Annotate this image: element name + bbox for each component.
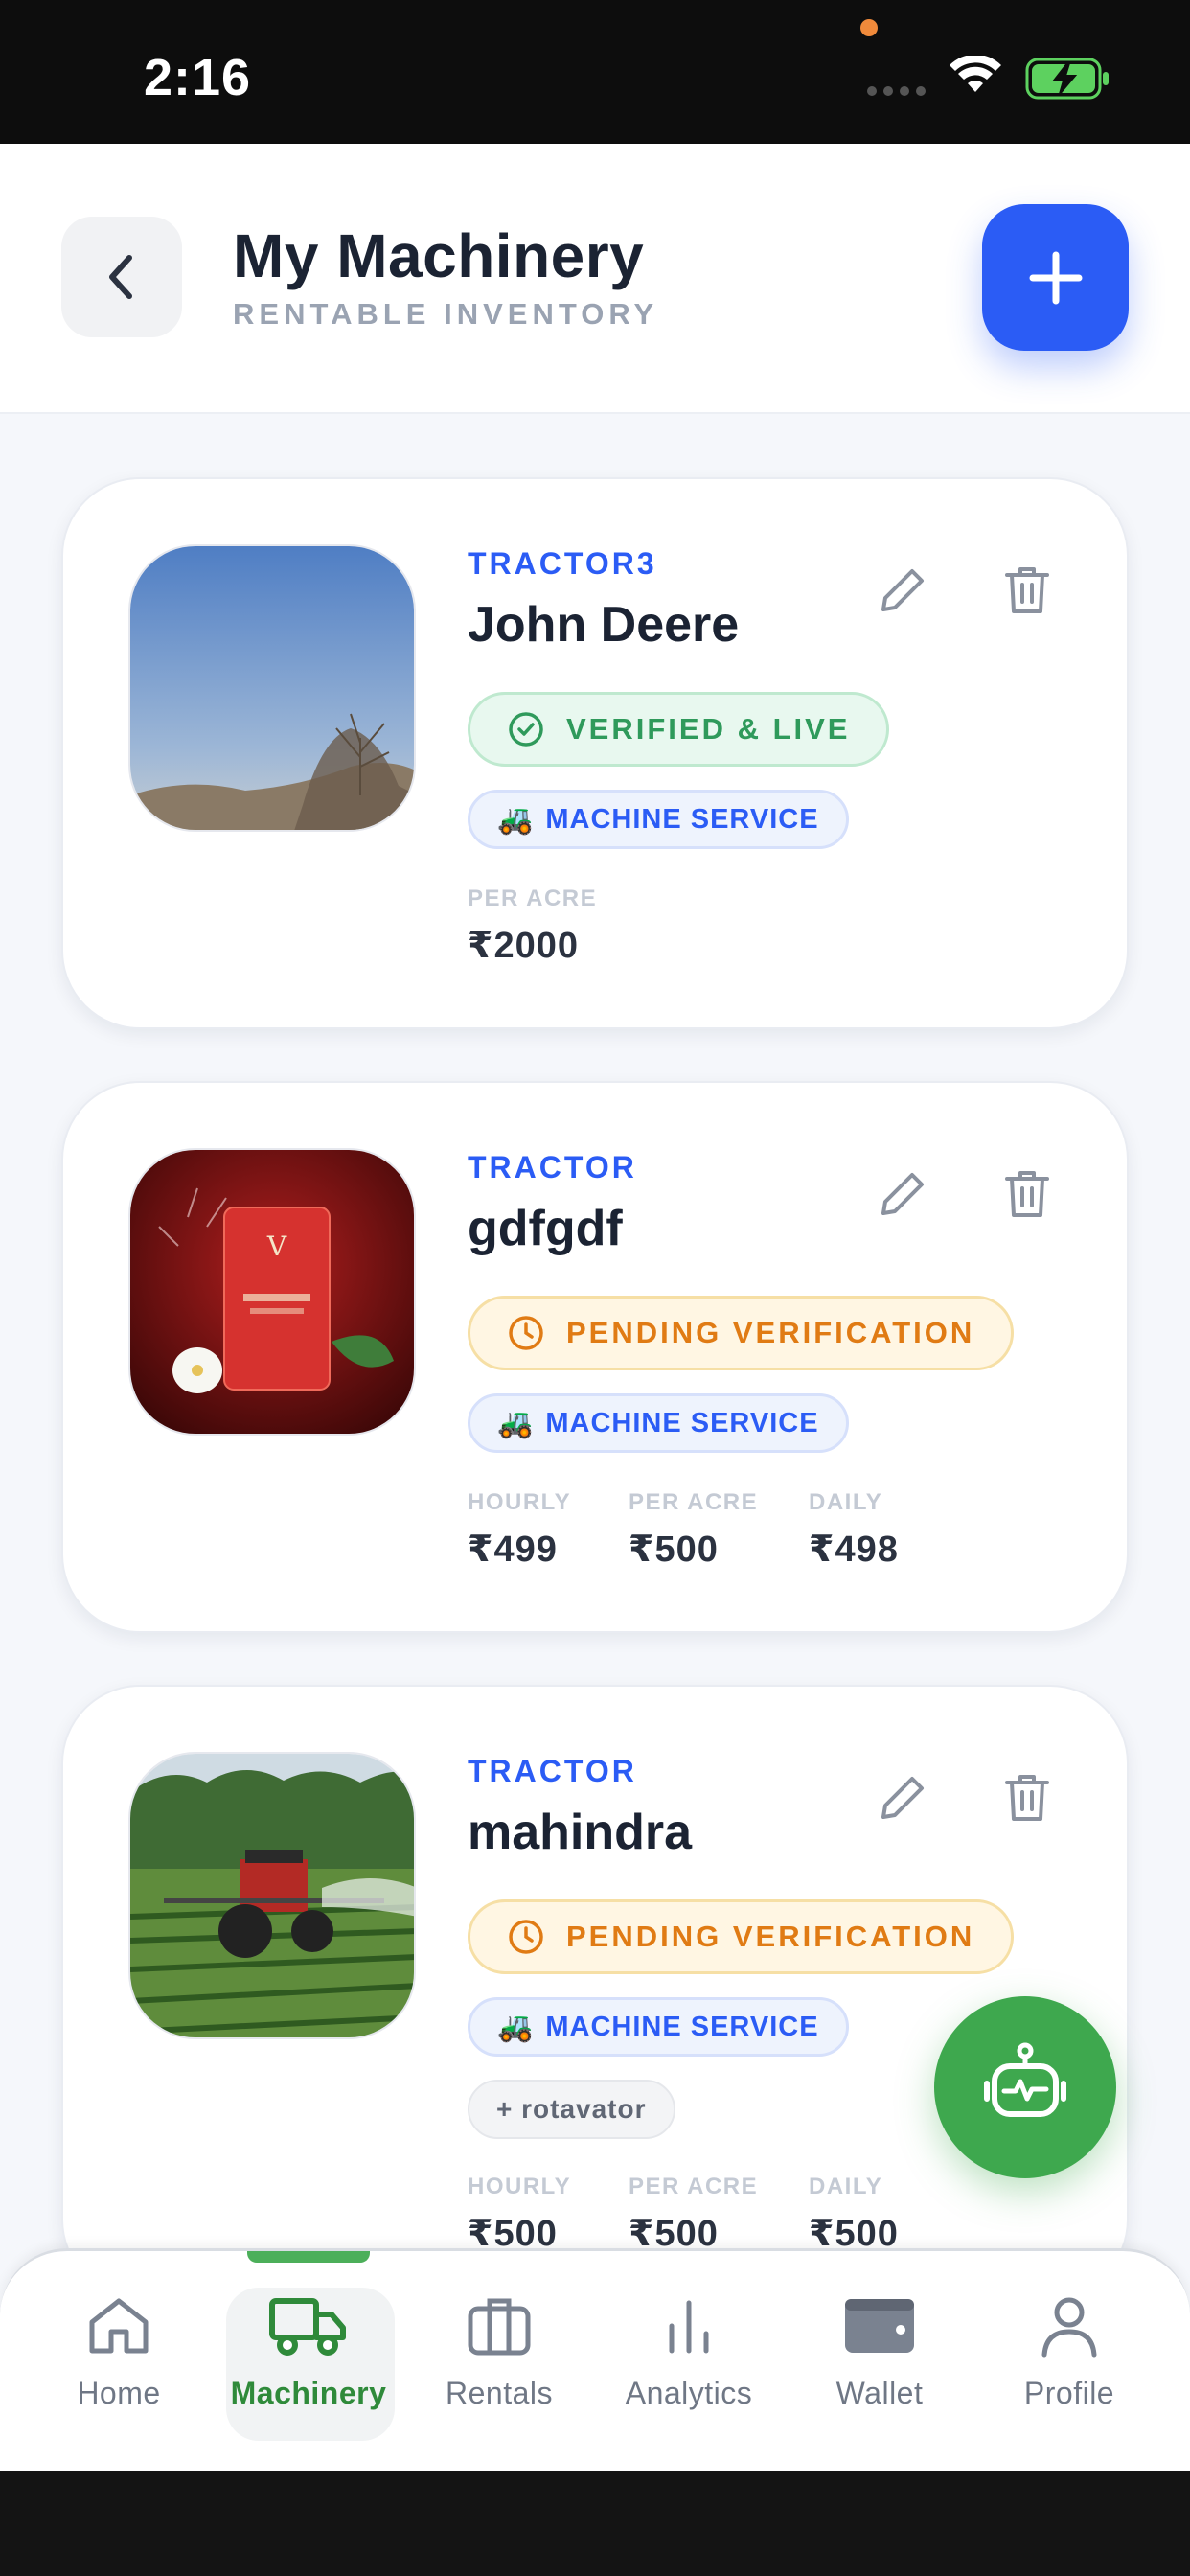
- price-value: ₹499: [468, 1530, 558, 1570]
- nav-item-profile[interactable]: Profile: [983, 2291, 1156, 2411]
- nav-label: Machinery: [230, 2376, 387, 2410]
- machine-name: mahindra: [468, 1805, 693, 1860]
- machine-photo: [128, 544, 416, 832]
- price-block-hourly: HOURLY ₹500: [468, 2174, 571, 2255]
- price-label: PER ACRE: [468, 886, 598, 911]
- nav-item-wallet[interactable]: Wallet: [793, 2291, 966, 2411]
- status-badge: PENDING VERIFICATION: [468, 1296, 1015, 1370]
- home-icon: [89, 2298, 149, 2354]
- battery-charging-icon: [1025, 58, 1109, 100]
- delete-button[interactable]: [989, 1156, 1065, 1232]
- status-badge-label: VERIFIED & LIVE: [566, 712, 851, 746]
- price-label: PER ACRE: [629, 2174, 759, 2199]
- wifi-icon: [950, 56, 1001, 92]
- plus-icon: [1029, 251, 1082, 304]
- service-tag-label: MACHINE SERVICE: [545, 1407, 819, 1438]
- bar-chart-icon: [669, 2300, 709, 2354]
- price-label: HOURLY: [468, 1489, 572, 1515]
- price-block-hourly: HOURLY ₹499: [468, 1489, 571, 1571]
- attachment-tag: + rotavator: [468, 2080, 675, 2139]
- machine-category: TRACTOR3: [468, 546, 657, 581]
- status-bar: 2:16: [0, 0, 1190, 144]
- page-title: My Machinery: [233, 221, 645, 290]
- cellular-signal-icon: [867, 86, 926, 96]
- page-subtitle: RENTABLE INVENTORY: [233, 297, 659, 331]
- status-badge-label: PENDING VERIFICATION: [566, 1920, 975, 1953]
- pencil-icon: [881, 1777, 924, 1819]
- edit-button[interactable]: [864, 1156, 941, 1232]
- price-block-per-acre: PER ACRE ₹500: [629, 2174, 758, 2255]
- back-button[interactable]: [61, 217, 182, 337]
- nav-item-home[interactable]: Home: [33, 2291, 205, 2411]
- clock-icon: [509, 1316, 543, 1350]
- machine-photo: V: [128, 1148, 416, 1436]
- nav-label: Wallet: [835, 2376, 924, 2410]
- privacy-indicator-dot: [860, 19, 878, 36]
- nav-item-analytics[interactable]: Analytics: [603, 2291, 775, 2411]
- service-tag: 🚜 MACHINE SERVICE: [468, 1997, 849, 2057]
- pencil-icon: [881, 1173, 924, 1215]
- add-machine-button[interactable]: [982, 204, 1129, 351]
- status-badge-label: PENDING VERIFICATION: [566, 1316, 975, 1349]
- edit-button[interactable]: [864, 1760, 941, 1836]
- price-value: ₹500: [629, 1530, 719, 1570]
- price-block-per-acre: PER ACRE ₹500: [629, 1489, 758, 1571]
- service-tag-label: MACHINE SERVICE: [545, 803, 819, 835]
- price-label: HOURLY: [468, 2174, 572, 2199]
- status-time: 2:16: [144, 49, 252, 106]
- wallet-icon: [845, 2299, 914, 2353]
- price-block-daily: DAILY ₹500: [809, 2174, 899, 2255]
- nav-label: Profile: [1023, 2376, 1115, 2410]
- trash-icon: [1005, 1171, 1049, 1217]
- page-header: My Machinery RENTABLE INVENTORY: [0, 144, 1190, 414]
- machine-card[interactable]: V TRACTOR gdfgdf PENDING VERIFICATION 🚜 …: [61, 1081, 1129, 1633]
- status-badge: VERIFIED & LIVE: [468, 692, 890, 767]
- active-tab-indicator: [247, 2251, 370, 2263]
- service-tag-label: MACHINE SERVICE: [545, 2011, 819, 2042]
- status-badge: PENDING VERIFICATION: [468, 1899, 1015, 1974]
- clock-icon: [509, 1920, 543, 1954]
- price-label: PER ACRE: [629, 1489, 759, 1515]
- home-indicator-area: [0, 2471, 1190, 2576]
- truck-icon: [269, 2298, 346, 2356]
- chevron-left-icon: [109, 255, 132, 299]
- machine-category: TRACTOR: [468, 1150, 637, 1184]
- nav-label: Rentals: [446, 2376, 553, 2410]
- nav-item-rentals[interactable]: Rentals: [413, 2291, 585, 2411]
- price-block-daily: DAILY ₹498: [809, 1489, 899, 1571]
- delete-button[interactable]: [989, 1760, 1065, 1836]
- edit-button[interactable]: [864, 552, 941, 629]
- machine-name: gdfgdf: [468, 1201, 623, 1256]
- price-value: ₹498: [809, 1530, 899, 1570]
- delete-button[interactable]: [989, 552, 1065, 629]
- machine-card[interactable]: TRACTOR3 John Deere VERIFIED & LIVE 🚜 MA…: [61, 477, 1129, 1029]
- bottom-navigation: Home Machinery Rentals Analytics Wallet: [0, 2248, 1190, 2471]
- tractor-icon: 🚜: [497, 803, 535, 836]
- pencil-icon: [881, 569, 924, 611]
- robot-icon: [984, 2042, 1066, 2117]
- user-icon: [1041, 2297, 1097, 2358]
- price-label: DAILY: [809, 2174, 883, 2199]
- trash-icon: [1005, 1775, 1049, 1821]
- nav-label: Home: [77, 2376, 161, 2410]
- briefcase-icon: [468, 2298, 531, 2356]
- price-label: DAILY: [809, 1489, 883, 1515]
- machine-photo: [128, 1752, 416, 2039]
- tractor-icon: 🚜: [497, 1407, 535, 1439]
- nav-label: Analytics: [625, 2376, 753, 2410]
- check-circle-icon: [509, 712, 543, 747]
- service-tag: 🚜 MACHINE SERVICE: [468, 790, 849, 849]
- machine-name: John Deere: [468, 597, 740, 653]
- machine-category: TRACTOR: [468, 1754, 637, 1788]
- trash-icon: [1005, 567, 1049, 613]
- service-tag: 🚜 MACHINE SERVICE: [468, 1393, 849, 1453]
- nav-item-machinery[interactable]: Machinery: [222, 2291, 395, 2411]
- price-block: PER ACRE ₹2000: [468, 886, 597, 967]
- assistant-bot-button[interactable]: [934, 1996, 1116, 2178]
- machine-card[interactable]: TRACTOR mahindra PENDING VERIFICATION 🚜 …: [61, 1685, 1129, 2298]
- price-value: ₹2000: [468, 926, 579, 966]
- tractor-icon: 🚜: [497, 2011, 535, 2043]
- svg-text:V: V: [266, 1230, 287, 1262]
